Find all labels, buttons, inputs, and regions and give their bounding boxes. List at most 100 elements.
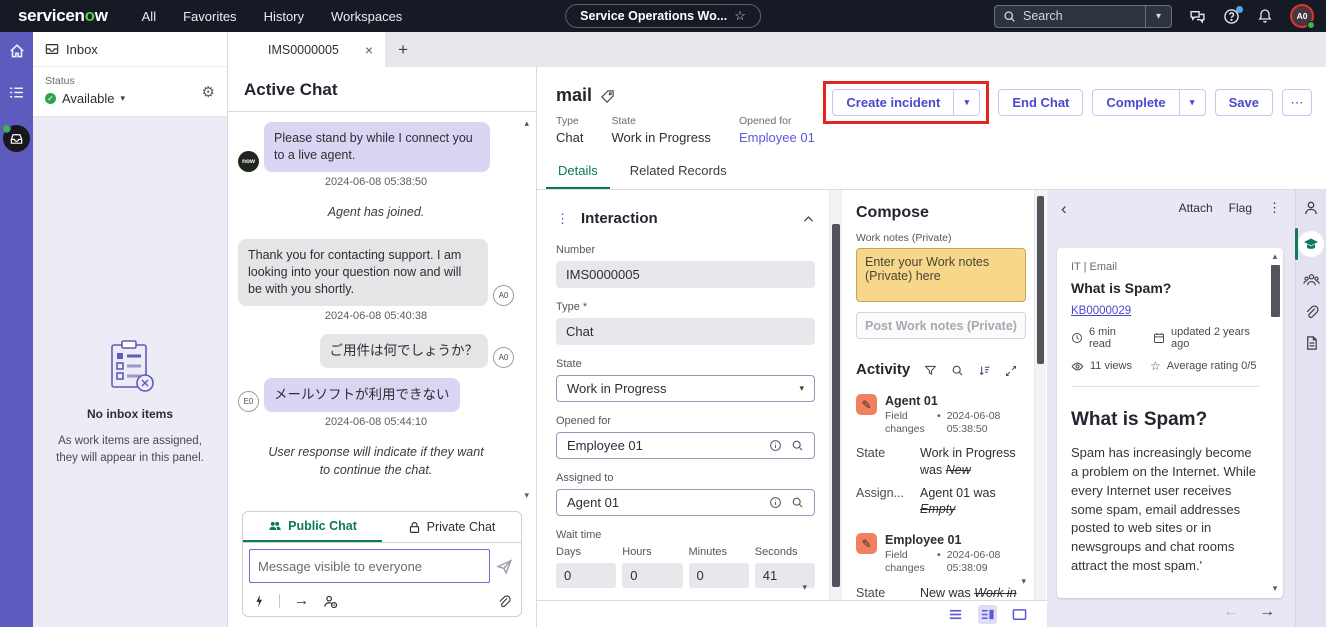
required-mark: * bbox=[583, 301, 587, 313]
status-caret-icon: ▾ bbox=[121, 93, 126, 104]
tab-details[interactable]: Details bbox=[546, 155, 610, 189]
chat-timestamp: 2024-06-08 05:40:38 bbox=[238, 310, 514, 322]
activity-search-icon[interactable] bbox=[951, 362, 964, 377]
inbox-tray-icon bbox=[9, 131, 24, 146]
nav-item-favorites[interactable]: Favorites bbox=[183, 9, 236, 24]
status-selector[interactable]: ✓ Available ▾ bbox=[45, 91, 215, 106]
nav-item-all[interactable]: All bbox=[142, 9, 156, 24]
end-chat-button[interactable]: End Chat bbox=[998, 89, 1083, 116]
create-incident-button[interactable]: Create incident bbox=[832, 89, 953, 116]
kb-attach-button[interactable]: Attach bbox=[1179, 201, 1213, 215]
toolbar-divider bbox=[279, 594, 280, 608]
record-state-value: Work in Progress bbox=[611, 130, 710, 145]
inbox-rail-button[interactable] bbox=[3, 125, 30, 152]
attach-file-icon[interactable] bbox=[497, 592, 511, 608]
create-incident-caret[interactable]: ▾ bbox=[953, 89, 980, 116]
lookup-icon[interactable] bbox=[791, 439, 804, 452]
more-actions-button[interactable]: ⋯ bbox=[1282, 89, 1312, 116]
quick-actions-bolt-icon[interactable] bbox=[253, 593, 265, 609]
opened-for-field[interactable]: Employee 01 bbox=[556, 432, 815, 459]
kb-pagination: ← → bbox=[1047, 597, 1295, 627]
public-chat-tab[interactable]: Public Chat bbox=[243, 512, 382, 542]
preview-record-icon[interactable] bbox=[769, 496, 782, 509]
view-list-icon[interactable] bbox=[946, 605, 965, 624]
activity-change: State Work in Progress was New bbox=[856, 445, 1026, 478]
drag-handle-icon[interactable]: ⋮ bbox=[556, 211, 569, 227]
scrollbar-thumb[interactable] bbox=[832, 224, 840, 587]
assigned-to-field[interactable]: Agent 01 bbox=[556, 489, 815, 516]
complete-button[interactable]: Complete bbox=[1092, 89, 1178, 116]
help-icon[interactable] bbox=[1223, 8, 1240, 25]
complete-caret[interactable]: ▾ bbox=[1179, 89, 1206, 116]
kb-flag-button[interactable]: Flag bbox=[1229, 201, 1252, 215]
search-scope-dropdown[interactable]: ▾ bbox=[1145, 6, 1171, 27]
document-icon[interactable] bbox=[1304, 335, 1319, 351]
chat-scroll-up-icon[interactable]: ▴ bbox=[524, 118, 529, 129]
view-split-icon[interactable] bbox=[978, 605, 997, 624]
preview-record-icon[interactable] bbox=[769, 439, 782, 452]
kb-card-scrollbar[interactable]: ▴ ▾ bbox=[1267, 248, 1283, 598]
rating-star-icon[interactable]: ☆ bbox=[1150, 359, 1161, 373]
nav-item-workspaces[interactable]: Workspaces bbox=[331, 9, 402, 24]
user-avatar[interactable]: A0 bbox=[1290, 4, 1314, 28]
kb-prev-icon[interactable]: ← bbox=[1223, 603, 1239, 621]
private-chat-tab[interactable]: Private Chat bbox=[382, 512, 521, 542]
connect-chat-icon[interactable] bbox=[1189, 8, 1206, 25]
inbox-presence-dot bbox=[2, 124, 11, 133]
chat-message-agent-jp: ご用件は何でしょうか？ A0 bbox=[238, 334, 514, 368]
kb-back-icon[interactable]: ‹ bbox=[1061, 200, 1067, 217]
activity-sort-icon[interactable] bbox=[978, 362, 991, 377]
notifications-bell-icon[interactable] bbox=[1257, 8, 1273, 24]
tag-icon[interactable] bbox=[600, 87, 615, 103]
post-work-notes-button[interactable]: Post Work notes (Private) bbox=[856, 312, 1026, 339]
kb-menu-icon[interactable]: ⋮ bbox=[1268, 200, 1281, 216]
activity-scroll-down-icon[interactable]: ▾ bbox=[1021, 576, 1026, 587]
scrollbar-thumb[interactable] bbox=[1037, 196, 1044, 364]
chat-message-input[interactable] bbox=[249, 549, 490, 583]
state-select[interactable]: Work in Progress ▾ bbox=[556, 375, 815, 402]
send-message-icon[interactable] bbox=[496, 558, 513, 575]
favorite-star-icon[interactable]: ☆ bbox=[734, 8, 746, 24]
tab-related-records[interactable]: Related Records bbox=[618, 155, 739, 189]
activity-user[interactable]: Employee 01 bbox=[885, 533, 1026, 547]
opened-for-link[interactable]: Employee 01 bbox=[739, 130, 815, 145]
tab-ims0000005[interactable]: IMS0000005 × bbox=[228, 32, 385, 67]
knowledge-graduation-cap-icon[interactable] bbox=[1298, 231, 1324, 257]
chat-message-list[interactable]: ▴ ▾ now Please stand by while I connect … bbox=[228, 112, 536, 507]
form-scrollbar[interactable] bbox=[829, 190, 842, 627]
kb-next-icon[interactable]: → bbox=[1259, 603, 1275, 621]
global-search[interactable]: Search ▾ bbox=[994, 5, 1172, 28]
view-card-icon[interactable] bbox=[1010, 605, 1029, 624]
lookup-icon[interactable] bbox=[791, 496, 804, 509]
agent-assist-person-icon[interactable] bbox=[1303, 200, 1319, 216]
tab-close-icon[interactable]: × bbox=[365, 42, 373, 58]
inbox-settings-gear-icon[interactable]: ⚙ bbox=[202, 83, 215, 101]
collapse-section-icon[interactable] bbox=[802, 211, 815, 226]
servicenow-logo[interactable]: servicenow bbox=[18, 6, 108, 26]
form-scroll-down-icon[interactable]: ▾ bbox=[802, 582, 807, 593]
list-view-icon[interactable] bbox=[8, 84, 25, 101]
home-icon[interactable] bbox=[8, 42, 26, 60]
new-tab-button[interactable]: + bbox=[385, 32, 421, 67]
forward-arrow-icon[interactable]: → bbox=[294, 592, 309, 609]
kb-updated: updated 2 years ago bbox=[1171, 326, 1261, 350]
activity-expand-icon[interactable] bbox=[1005, 362, 1017, 377]
kb-rating: Average rating 0/5 bbox=[1167, 360, 1257, 372]
compose-scrollbar[interactable] bbox=[1034, 190, 1046, 627]
kb-scroll-down-icon[interactable]: ▾ bbox=[1273, 583, 1278, 594]
activity-user[interactable]: Agent 01 bbox=[885, 394, 1026, 408]
related-people-icon[interactable] bbox=[1303, 272, 1320, 289]
attachments-paperclip-icon[interactable] bbox=[1304, 304, 1319, 320]
work-notes-input[interactable] bbox=[856, 248, 1026, 302]
save-button[interactable]: Save bbox=[1215, 89, 1273, 116]
nav-item-history[interactable]: History bbox=[264, 9, 304, 24]
activity-filter-icon[interactable] bbox=[924, 362, 937, 377]
transfer-agent-icon[interactable] bbox=[323, 592, 338, 608]
scrollbar-thumb[interactable] bbox=[1271, 265, 1280, 317]
workspace-pill[interactable]: Service Operations Wo... ☆ bbox=[565, 4, 761, 28]
kb-number-link[interactable]: KB0000029 bbox=[1071, 305, 1131, 317]
top-nav: servicenow All Favorites History Workspa… bbox=[0, 0, 1326, 32]
chat-scroll-down-icon[interactable]: ▾ bbox=[524, 490, 529, 501]
kb-scroll-up-icon[interactable]: ▴ bbox=[1273, 251, 1278, 262]
compose-column: Compose Work notes (Private) Post Work n… bbox=[842, 190, 1034, 627]
